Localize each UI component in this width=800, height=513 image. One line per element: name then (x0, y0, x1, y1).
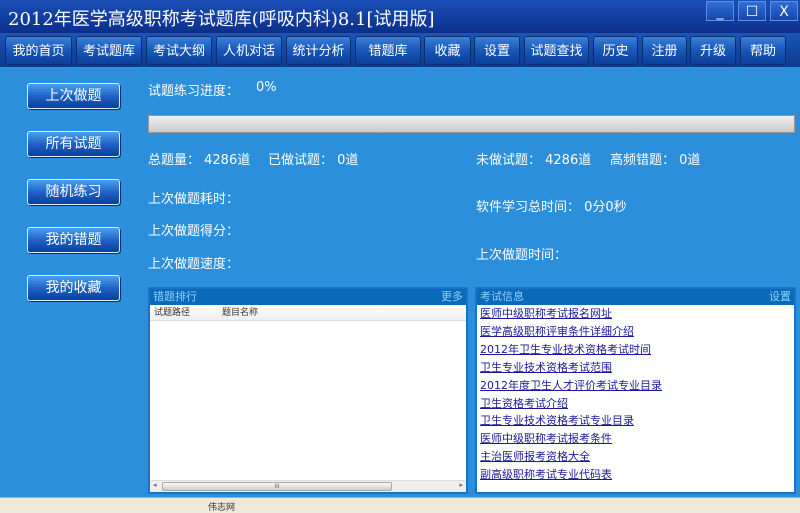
exam-info-link[interactable]: 卫生专业技术资格考试范围 (477, 359, 794, 377)
progress-label: 试题练习进度： (148, 84, 240, 99)
exam-info-link[interactable]: 医师中级职称考试报考条件 (477, 430, 794, 448)
nav-item[interactable]: 帮助 (740, 36, 786, 65)
total-count: 总题量： 4286道 (148, 153, 251, 168)
column-header: 试题路径 题目名称 (150, 305, 466, 321)
nav-item[interactable]: 错题库 (355, 36, 421, 65)
progress-value: 0% (256, 80, 277, 95)
last-speed: 上次做题速度： (148, 257, 240, 272)
exam-info-links: 医师中级职称考试报名网址 医学高级职称评审条件详细介绍 2012年卫生专业技术资格考… (477, 305, 794, 484)
settings-link[interactable]: 设置 (769, 289, 791, 305)
scroll-left-icon[interactable]: ◂ (153, 481, 157, 489)
side-button[interactable]: 随机练习 (27, 179, 120, 205)
nav-item[interactable]: 统计分析 (286, 36, 351, 65)
nav-item[interactable]: 升级 (690, 36, 736, 65)
side-button[interactable]: 所有试题 (27, 131, 120, 157)
nav-item[interactable]: 我的首页 (5, 36, 72, 65)
nav-item[interactable]: 考试题库 (76, 36, 142, 65)
exam-info-link[interactable]: 卫生专业技术资格考试专业目录 (477, 412, 794, 430)
exam-info-panel: 考试信息 设置 医师中级职称考试报名网址 医学高级职称评审条件详细介绍 2012年卫生… (475, 287, 796, 494)
nav-item[interactable]: 试题查找 (524, 36, 589, 65)
last-time: 上次做题时间： (476, 248, 568, 263)
status-text: 伟志网 (208, 503, 236, 513)
horizontal-scrollbar[interactable]: ◂ III ▸ (150, 480, 466, 492)
maximize-button[interactable]: ☐ (738, 1, 766, 21)
minimize-button[interactable]: _ (706, 1, 734, 21)
nav-item[interactable]: 注册 (642, 36, 687, 65)
exam-info-link[interactable]: 医学高级职称评审条件详细介绍 (477, 323, 794, 341)
side-button[interactable]: 我的收藏 (27, 275, 120, 301)
close-button[interactable]: X (770, 1, 798, 21)
nav-item[interactable]: 考试大纲 (146, 36, 212, 65)
exam-info-link[interactable]: 卫生资格考试介绍 (477, 395, 794, 413)
title-bar: 2012年医学高级职称考试题库(呼吸内科)8.1[试用版] _ ☐ X (0, 0, 800, 33)
nav-item[interactable]: 历史 (593, 36, 638, 65)
scroll-thumb[interactable]: III (162, 482, 392, 491)
more-link[interactable]: 更多 (441, 289, 463, 305)
done-count: 已做试题： 0道 (268, 153, 359, 168)
exam-info-link[interactable]: 医师中级职称考试报名网址 (477, 305, 794, 323)
col-name[interactable]: 题目名称 (222, 305, 258, 321)
frequent-wrong-count: 高频错题： 0道 (610, 153, 701, 168)
panel-title: 错题排行 (153, 290, 197, 303)
status-bar: 伟志网 (0, 497, 800, 513)
scroll-right-icon[interactable]: ▸ (459, 481, 463, 489)
last-time-spent: 上次做题耗时： (148, 192, 240, 207)
nav-item[interactable]: 收藏 (424, 36, 471, 65)
col-path[interactable]: 试题路径 (154, 305, 190, 321)
undone-count: 未做试题： 4286道 (476, 153, 592, 168)
progress-bar (148, 115, 795, 133)
wrong-ranking-panel: 错题排行 更多 试题路径 题目名称 ◂ III ▸ (148, 287, 468, 494)
nav-item[interactable]: 设置 (474, 36, 520, 65)
exam-info-link[interactable]: 主治医师报考资格大全 (477, 448, 794, 466)
exam-info-link[interactable]: 2012年度卫生人才评价考试专业目录 (477, 377, 794, 395)
exam-info-link[interactable]: 2012年卫生专业技术资格考试时间 (477, 341, 794, 359)
panel-title: 考试信息 (480, 290, 524, 303)
total-study-time: 软件学习总时间： 0分0秒 (476, 200, 627, 215)
side-button[interactable]: 上次做题 (27, 83, 120, 109)
side-button[interactable]: 我的错题 (27, 227, 120, 253)
nav-item[interactable]: 人机对话 (216, 36, 282, 65)
nav-bar: 我的首页 考试题库 考试大纲 人机对话 统计分析 错题库 收藏 设置 试题查找 历史 注册 升级 帮助 (0, 33, 800, 67)
last-score: 上次做题得分： (148, 224, 240, 239)
exam-info-link[interactable]: 副高级职称考试专业代码表 (477, 466, 794, 484)
window-title: 2012年医学高级职称考试题库(呼吸内科)8.1[试用版] (8, 9, 435, 30)
